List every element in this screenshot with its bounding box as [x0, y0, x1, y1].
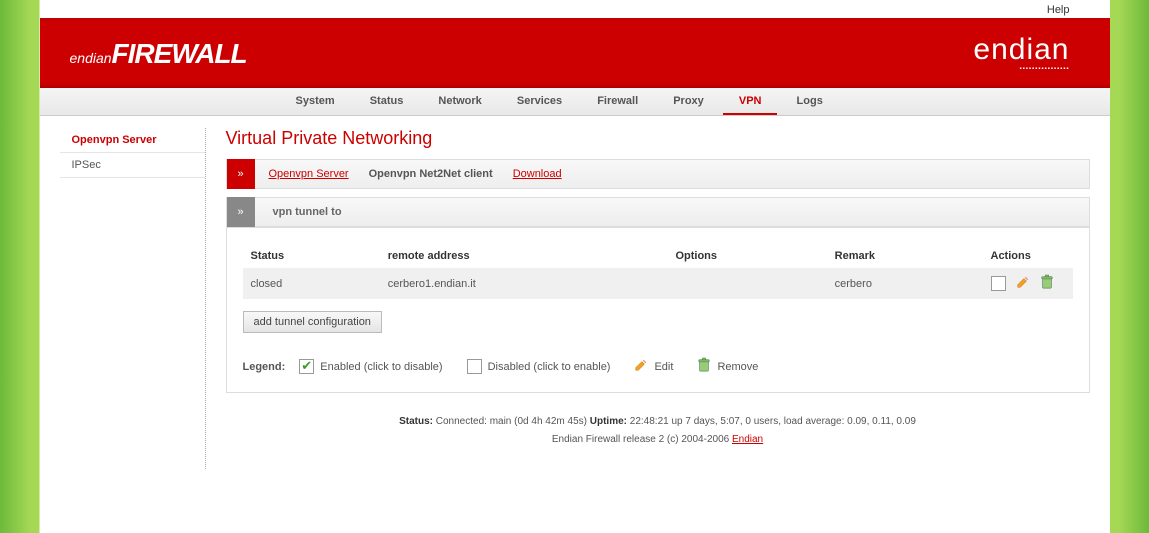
arrow-icon: » — [227, 159, 255, 189]
subtab-download[interactable]: Download — [513, 168, 562, 180]
cell-remote: cerbero1.endian.it — [380, 268, 668, 299]
checkbox-off-icon — [467, 359, 482, 374]
col-remote: remote address — [380, 244, 668, 268]
add-tunnel-button[interactable]: add tunnel configuration — [243, 311, 382, 333]
col-remark: Remark — [827, 244, 983, 268]
main-nav: System Status Network Services Firewall … — [40, 88, 1110, 116]
nav-services[interactable]: Services — [501, 88, 578, 113]
subtab-net2net-client: Openvpn Net2Net client — [369, 168, 493, 180]
delete-icon[interactable] — [1040, 274, 1054, 293]
tunnel-table: Status remote address Options Remark Act… — [243, 244, 1073, 299]
nav-system[interactable]: System — [280, 88, 351, 113]
legend-enabled: Enabled (click to disable) — [320, 361, 442, 373]
delete-icon — [697, 357, 711, 376]
nav-firewall[interactable]: Firewall — [581, 88, 654, 113]
arrow-icon: » — [227, 197, 255, 227]
cell-remark: cerbero — [827, 268, 983, 299]
footer-uptime-label: Uptime: — [590, 416, 627, 427]
nav-proxy[interactable]: Proxy — [657, 88, 720, 113]
logo-right: endian — [973, 33, 1069, 67]
footer-status-text: Connected: main (0d 4h 42m 45s) — [436, 416, 587, 427]
legend: Legend: Enabled (click to disable) Disab… — [243, 357, 1073, 376]
section-label: vpn tunnel to — [273, 206, 342, 218]
edit-icon[interactable] — [1016, 275, 1030, 292]
legend-title: Legend: — [243, 361, 286, 373]
section-bar: » vpn tunnel to — [226, 197, 1090, 227]
footer-release: Endian Firewall release 2 (c) 2004-2006 — [552, 434, 732, 445]
footer-uptime-text: 22:48:21 up 7 days, 5:07, 0 users, load … — [630, 416, 916, 427]
nav-network[interactable]: Network — [422, 88, 497, 113]
cell-status: closed — [243, 268, 380, 299]
enable-checkbox[interactable] — [991, 276, 1006, 291]
logo-right-sub: ▪▪▪▪▪▪▪▪▪▪▪▪▪▪▪▪ — [1019, 66, 1069, 72]
help-link[interactable]: Help — [1047, 4, 1070, 16]
logo-main: FIREWALL — [112, 38, 247, 69]
sidebar: Openvpn Server IPSec — [60, 128, 206, 469]
table-row: closed cerbero1.endian.it cerbero — [243, 268, 1073, 299]
footer-status-label: Status: — [399, 416, 433, 427]
logo-left: endianFIREWALL — [70, 38, 247, 70]
legend-disabled: Disabled (click to enable) — [488, 361, 611, 373]
tunnel-panel: Status remote address Options Remark Act… — [226, 227, 1090, 393]
legend-remove: Remove — [717, 361, 758, 373]
footer-endian-link[interactable]: Endian — [732, 434, 763, 445]
footer: Status: Connected: main (0d 4h 42m 45s) … — [226, 393, 1090, 469]
col-actions: Actions — [983, 244, 1073, 268]
page-title: Virtual Private Networking — [226, 128, 1090, 149]
header: endianFIREWALL endian ▪▪▪▪▪▪▪▪▪▪▪▪▪▪▪▪ — [40, 18, 1110, 88]
sidebar-item-ipsec[interactable]: IPSec — [60, 153, 205, 178]
checkbox-on-icon — [299, 359, 314, 374]
subtab-bar: » Openvpn Server Openvpn Net2Net client … — [226, 159, 1090, 189]
nav-logs[interactable]: Logs — [781, 88, 839, 113]
edit-icon — [634, 358, 648, 375]
logo-prefix: endian — [70, 50, 112, 66]
cell-options — [667, 268, 826, 299]
nav-status[interactable]: Status — [354, 88, 420, 113]
legend-edit: Edit — [654, 361, 673, 373]
col-status: Status — [243, 244, 380, 268]
sidebar-item-openvpn-server[interactable]: Openvpn Server — [60, 128, 205, 153]
subtab-openvpn-server[interactable]: Openvpn Server — [269, 168, 349, 180]
nav-vpn[interactable]: VPN — [723, 88, 778, 115]
col-options: Options — [667, 244, 826, 268]
